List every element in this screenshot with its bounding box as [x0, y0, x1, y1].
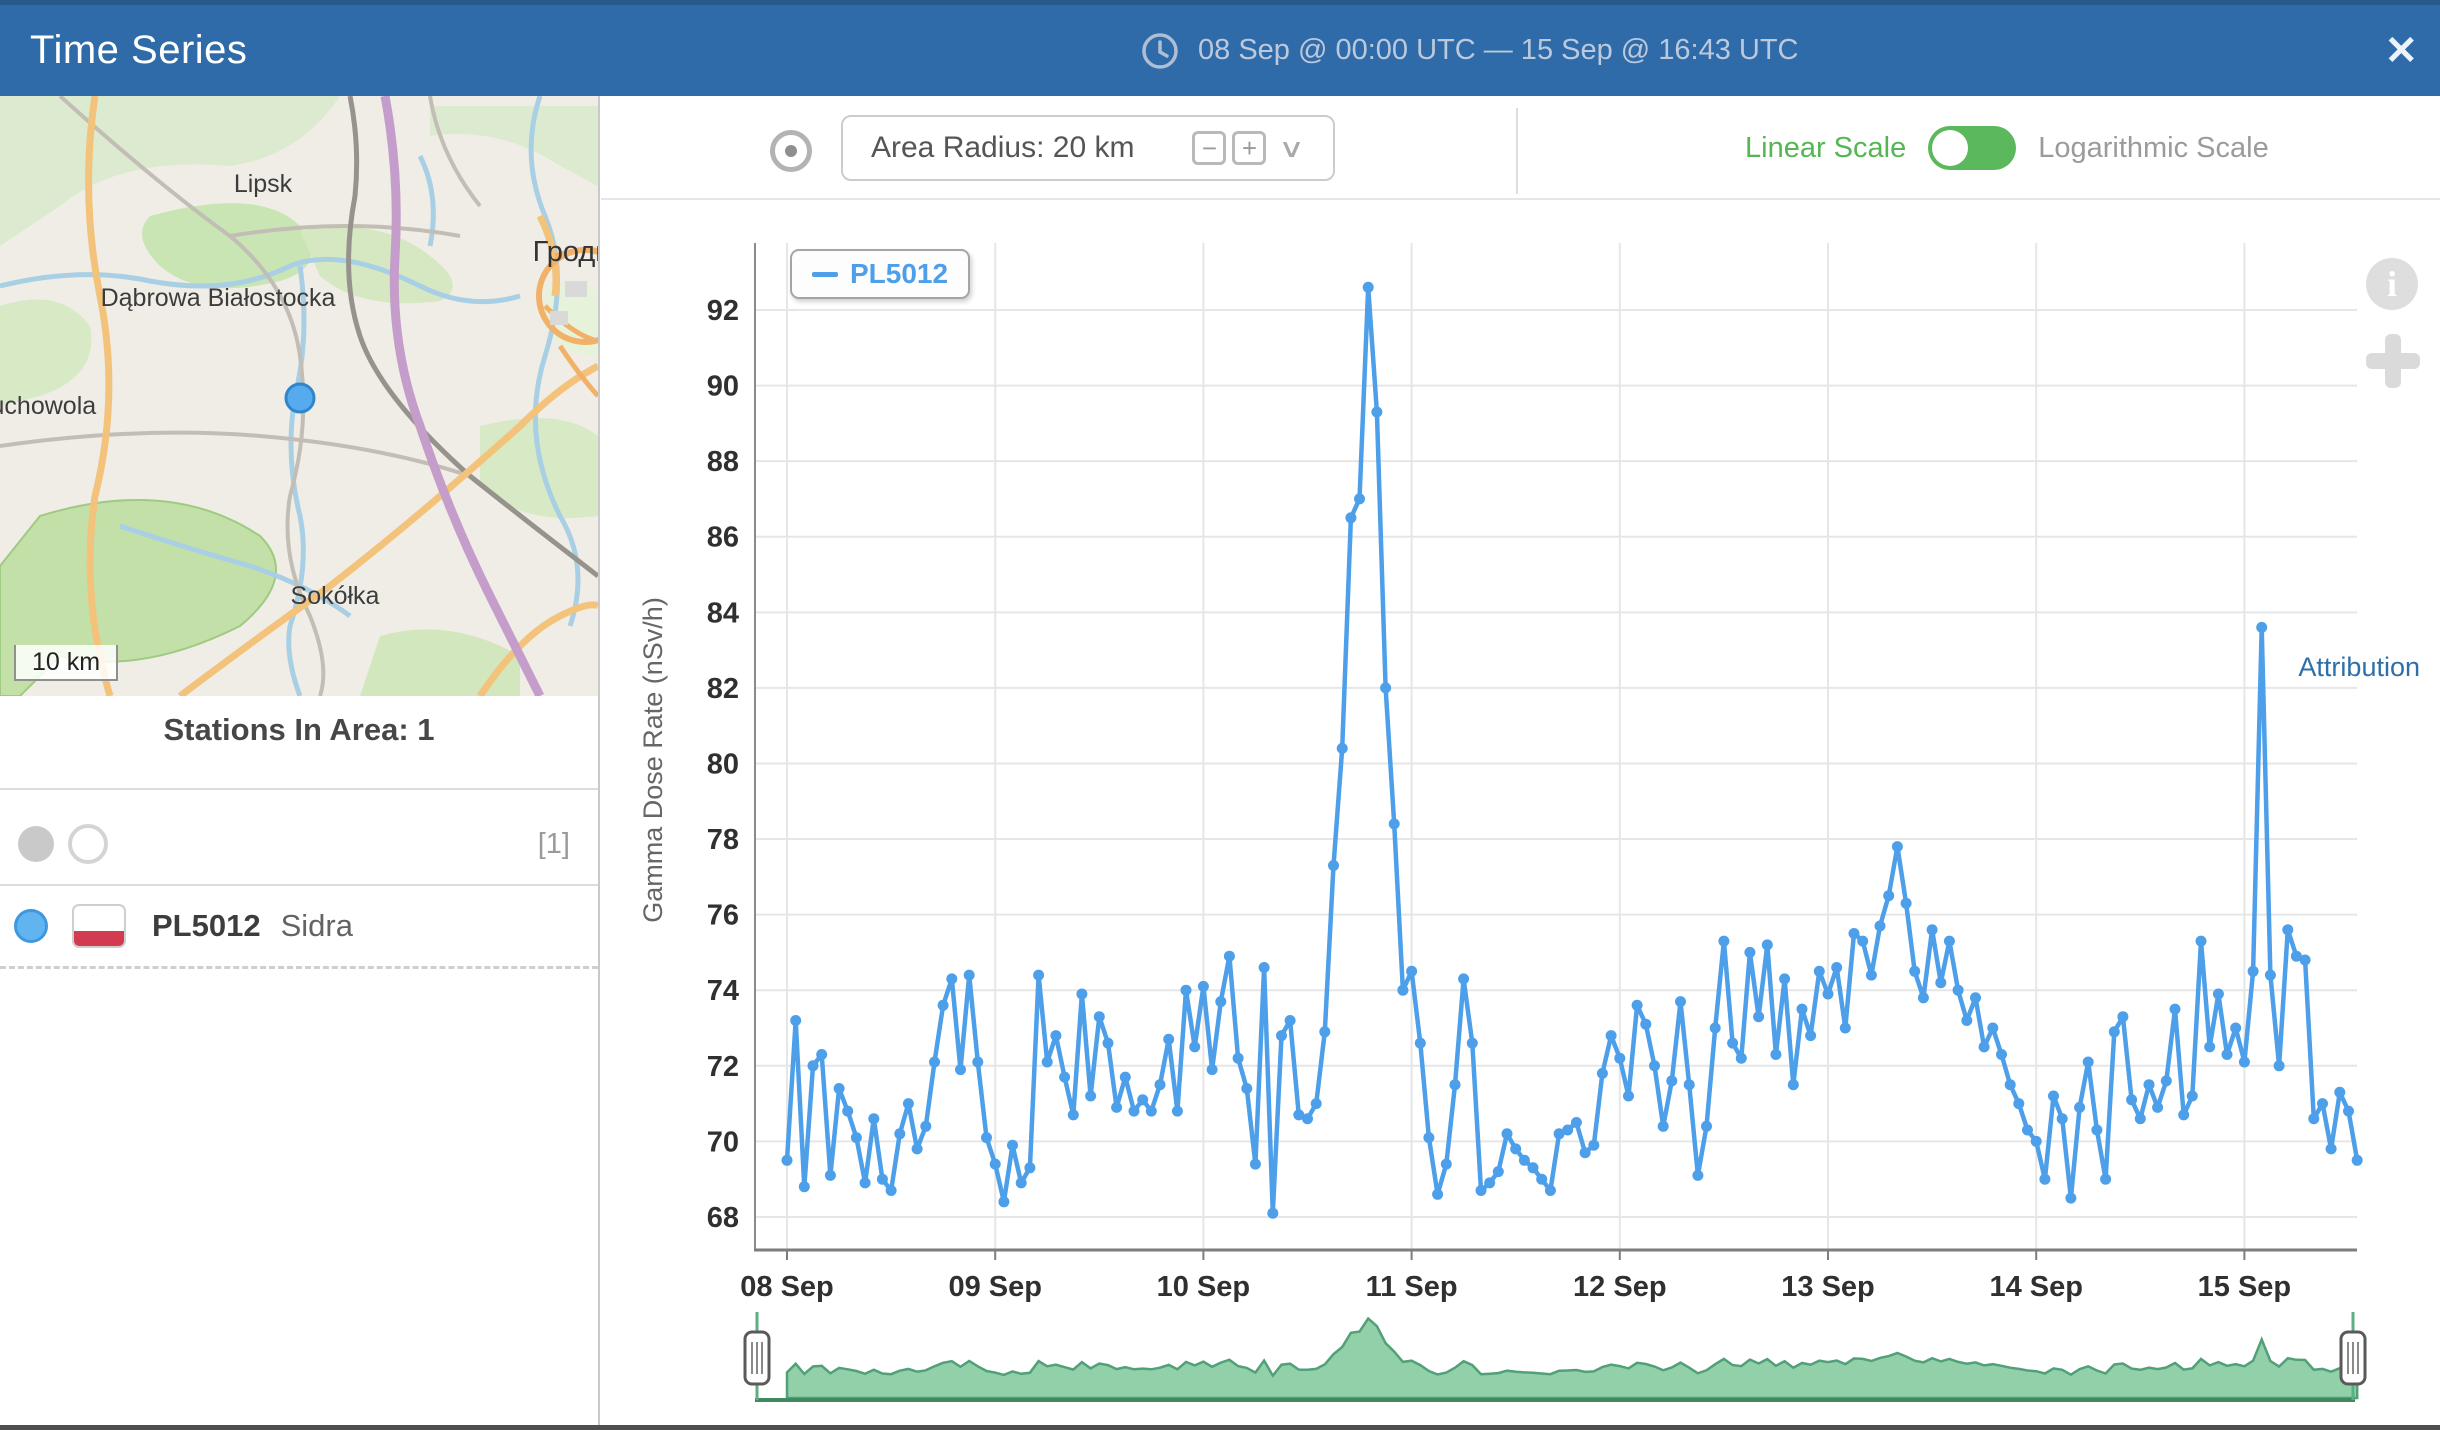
dashed-divider [0, 966, 598, 969]
navigator-left-handle[interactable] [745, 1332, 769, 1384]
x-axis-tick-label: 08 Sep [740, 1271, 834, 1303]
page-title: Time Series [30, 5, 247, 96]
station-count-badge: [1] [538, 828, 570, 861]
x-axis-tick-label: 13 Sep [1781, 1271, 1875, 1303]
x-axis-tick-label: 14 Sep [1989, 1271, 2083, 1303]
scale-toggle-switch[interactable] [1928, 126, 2016, 170]
chart-gridlines [755, 243, 2357, 1250]
chevron-down-icon[interactable]: ∨ [1279, 133, 1306, 164]
filter-circle-outline-icon[interactable] [68, 824, 108, 864]
map-place-label: Suchowola [0, 392, 96, 420]
x-axis-tick-label: 15 Sep [2198, 1271, 2292, 1303]
y-axis-tick-label: 70 [707, 1126, 739, 1158]
y-axis-tick-label: 82 [707, 673, 739, 705]
legend-series-label: PL5012 [850, 258, 948, 290]
y-axis-tick-label: 78 [707, 824, 739, 856]
window-bottom-border [0, 1425, 2440, 1430]
y-axis-tick-label: 72 [707, 1051, 739, 1083]
map-place-label: Dąbrowa Białostocka [101, 284, 336, 312]
x-axis-tick-label: 09 Sep [948, 1271, 1041, 1303]
y-axis-tick-label: 68 [707, 1202, 739, 1234]
station-filter-row: [1] [0, 808, 598, 880]
series-line [787, 287, 2357, 1213]
linear-scale-label: Linear Scale [1745, 132, 1906, 165]
y-axis-tick-label: 86 [707, 522, 739, 554]
y-axis-tick-label: 90 [707, 371, 739, 403]
toolbar-divider [1516, 108, 1518, 194]
area-radius-control[interactable]: Area Radius: 20 km − + ∨ [841, 115, 1335, 181]
stations-in-area-header: Stations In Area: 1 [0, 712, 598, 748]
y-axis-tick-label: 76 [707, 900, 739, 932]
station-color-dot-icon [14, 909, 48, 943]
map-place-label: Sokółka [291, 582, 380, 610]
y-axis-tick-label: 88 [707, 446, 739, 478]
radius-decrease-button[interactable]: − [1192, 131, 1226, 165]
map-scale-text: 10 km [32, 648, 100, 677]
map-place-label: Lipsk [234, 170, 293, 198]
timeseries-chart[interactable]: 68 70 72 74 76 78 80 82 84 86 88 90 92 08 Sep 09 Sep 10… [600, 200, 2440, 1430]
x-axis-tick-label: 11 Sep [1366, 1271, 1458, 1303]
station-map-marker[interactable] [286, 384, 314, 412]
y-axis-tick-label: 84 [707, 597, 739, 629]
y-axis-tick-label: 74 [707, 975, 739, 1007]
time-range-group: 08 Sep @ 00:00 UTC — 15 Sep @ 16:43 UTC [1140, 5, 1799, 96]
area-radius-label: Area Radius: 20 km [871, 131, 1134, 165]
map-place-label: Гродн [533, 236, 598, 268]
divider [0, 884, 598, 886]
time-range-text: 08 Sep @ 00:00 UTC — 15 Sep @ 16:43 UTC [1198, 34, 1799, 67]
legend-line-icon [812, 272, 838, 277]
filter-circle-filled-icon[interactable] [18, 826, 54, 862]
station-name: Sidra [281, 908, 353, 944]
logarithmic-scale-label: Logarithmic Scale [2038, 132, 2269, 165]
radius-increase-button[interactable]: + [1232, 131, 1266, 165]
toggle-knob [1932, 130, 1968, 166]
chart-legend[interactable]: PL5012 [790, 249, 970, 299]
navigator-area[interactable] [787, 1319, 2357, 1399]
x-axis-tick-label: 12 Sep [1573, 1271, 1667, 1303]
mini-map[interactable]: Lipsk Dąbrowa Białostocka Suchowola Гродн So… [0, 96, 598, 696]
dialog-header: Time Series 08 Sep @ 00:00 UTC — 15 Sep … [0, 0, 2440, 96]
y-axis-tick-label: 80 [707, 748, 739, 780]
x-axis-tick-label: 10 Sep [1157, 1271, 1251, 1303]
add-icon[interactable] [2366, 334, 2420, 388]
map-scale-bar: 10 km [14, 645, 118, 681]
close-button[interactable]: ✕ [2384, 5, 2418, 96]
station-list-item[interactable]: PL5012 Sidra [0, 888, 598, 964]
poland-flag-icon [72, 904, 126, 948]
station-code: PL5012 [152, 908, 261, 944]
y-axis-title: Gamma Dose Rate (nSv/h) [638, 597, 668, 923]
navigator-right-handle[interactable] [2341, 1332, 2365, 1384]
scale-toggle-group: Linear Scale Logarithmic Scale [1745, 115, 2269, 181]
clock-icon [1140, 31, 1180, 71]
series-markers [782, 282, 2363, 1219]
y-axis-tick-label: 92 [707, 295, 739, 327]
info-icon[interactable]: i [2366, 258, 2418, 310]
divider [0, 788, 598, 790]
target-radius-icon[interactable] [770, 130, 812, 172]
